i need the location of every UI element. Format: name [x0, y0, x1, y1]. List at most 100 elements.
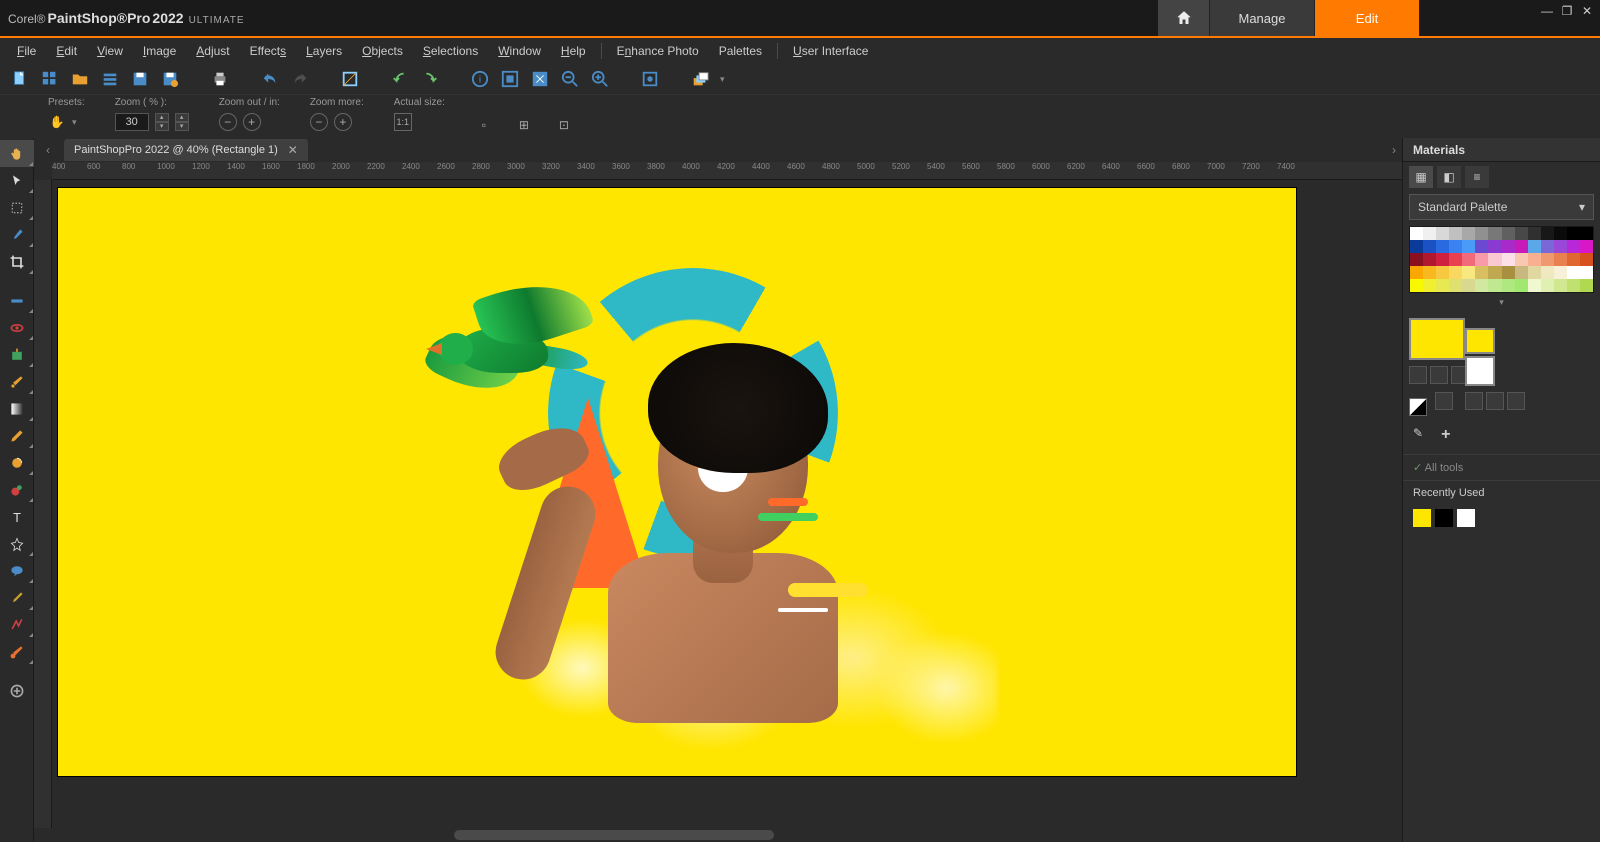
bg2-style-pattern[interactable]	[1507, 392, 1525, 410]
menu-objects[interactable]: Objects	[353, 41, 412, 61]
menu-help[interactable]: Help	[552, 41, 595, 61]
eyedropper-icon[interactable]: ✎	[1413, 426, 1423, 444]
menu-view[interactable]: View	[88, 41, 132, 61]
swatch[interactable]	[1410, 240, 1423, 253]
swatch[interactable]	[1436, 227, 1449, 240]
swatch[interactable]	[1567, 227, 1580, 240]
swatch[interactable]	[1567, 266, 1580, 279]
swatch[interactable]	[1488, 240, 1501, 253]
swatch[interactable]	[1449, 279, 1462, 292]
swatch[interactable]	[1515, 240, 1528, 253]
materials-tab-swatches[interactable]: ▦	[1409, 166, 1433, 188]
swatch[interactable]	[1528, 279, 1541, 292]
bg-swatch[interactable]	[1465, 328, 1495, 354]
swatch[interactable]	[1423, 253, 1436, 266]
swatch[interactable]	[1410, 279, 1423, 292]
extra-icon-2[interactable]: ⊞	[515, 116, 533, 134]
speech-tool[interactable]	[0, 557, 34, 584]
swatch[interactable]	[1541, 227, 1554, 240]
document-tab[interactable]: PaintShopPro 2022 @ 40% (Rectangle 1) ✕	[64, 139, 308, 161]
fit-screen-icon[interactable]	[530, 69, 550, 89]
close-icon[interactable]: ✕	[1580, 4, 1594, 18]
swatch[interactable]	[1410, 227, 1423, 240]
swatch[interactable]	[1567, 279, 1580, 292]
swatch[interactable]	[1436, 279, 1449, 292]
menu-image[interactable]: Image	[134, 41, 185, 61]
swatch[interactable]	[1488, 279, 1501, 292]
zoom-out-icon[interactable]	[560, 69, 580, 89]
swatch[interactable]	[1528, 266, 1541, 279]
zoom-in-icon[interactable]	[590, 69, 610, 89]
swatch[interactable]	[1554, 266, 1567, 279]
swatch[interactable]	[1528, 240, 1541, 253]
recent-swatch[interactable]	[1457, 509, 1475, 527]
extra-icon-3[interactable]: ⊡	[555, 116, 573, 134]
canvas-viewport[interactable]	[52, 180, 1402, 828]
gradient-tool[interactable]	[0, 395, 34, 422]
swatch[interactable]	[1475, 266, 1488, 279]
swatch[interactable]	[1541, 240, 1554, 253]
menu-selections[interactable]: Selections	[414, 41, 487, 61]
warp-tool[interactable]	[0, 611, 34, 638]
curve-left-icon[interactable]	[390, 69, 410, 89]
zoom-out-small-icon[interactable]: −	[219, 113, 237, 131]
open-icon[interactable]	[70, 69, 90, 89]
swatch[interactable]	[1580, 227, 1593, 240]
actual-size-icon[interactable]: 1:1	[394, 113, 412, 131]
swatch[interactable]	[1449, 227, 1462, 240]
swatch[interactable]	[1554, 227, 1567, 240]
swatch[interactable]	[1502, 227, 1515, 240]
swap-colors-icon[interactable]	[1409, 398, 1427, 416]
tab-next-icon[interactable]: ›	[1386, 142, 1402, 158]
swatch[interactable]	[1554, 279, 1567, 292]
recent-swatch[interactable]	[1435, 509, 1453, 527]
preset-hand-icon[interactable]: ✋	[48, 113, 66, 131]
swatch[interactable]	[1449, 253, 1462, 266]
print-icon[interactable]	[210, 69, 230, 89]
swatch[interactable]	[1528, 227, 1541, 240]
materials-tab-rainbow[interactable]: ◧	[1437, 166, 1461, 188]
minimize-icon[interactable]: —	[1540, 4, 1554, 18]
swatch[interactable]	[1449, 266, 1462, 279]
zoom-spinner-2[interactable]: ▴▾	[175, 113, 189, 131]
save-as-icon[interactable]	[160, 69, 180, 89]
swatch[interactable]	[1554, 240, 1567, 253]
swatch[interactable]	[1436, 240, 1449, 253]
swatch[interactable]	[1462, 240, 1475, 253]
layers-stack-icon[interactable]	[690, 69, 710, 89]
swatch[interactable]	[1423, 279, 1436, 292]
swatch[interactable]	[1449, 240, 1462, 253]
swatch[interactable]	[1541, 266, 1554, 279]
swatch[interactable]	[1580, 253, 1593, 266]
selection-tool[interactable]	[0, 194, 34, 221]
paint-brush-tool[interactable]	[0, 368, 34, 395]
text-tool[interactable]: T	[0, 503, 34, 530]
swatch[interactable]	[1423, 227, 1436, 240]
zoom-more-in-icon[interactable]: +	[334, 113, 352, 131]
tab-manage[interactable]: Manage	[1210, 0, 1315, 36]
swatch[interactable]	[1475, 227, 1488, 240]
zoom-more-out-icon[interactable]: −	[310, 113, 328, 131]
dropper-tool[interactable]	[0, 221, 34, 248]
swatch[interactable]	[1436, 253, 1449, 266]
red-eye-tool[interactable]	[0, 314, 34, 341]
bg2-style-solid[interactable]	[1465, 392, 1483, 410]
tab-close-icon[interactable]: ✕	[288, 143, 298, 157]
menu-file[interactable]: File	[8, 41, 45, 61]
swatch[interactable]	[1502, 253, 1515, 266]
stack-icon[interactable]	[100, 69, 120, 89]
swatch[interactable]	[1541, 253, 1554, 266]
zoom-input[interactable]	[115, 113, 149, 131]
info-icon[interactable]: i	[470, 69, 490, 89]
crop-tool[interactable]	[0, 248, 34, 275]
fg-style-solid[interactable]	[1409, 366, 1427, 384]
tab-edit[interactable]: Edit	[1315, 0, 1420, 36]
swatch[interactable]	[1554, 253, 1567, 266]
save-icon[interactable]	[130, 69, 150, 89]
swatch[interactable]	[1462, 227, 1475, 240]
canvas[interactable]	[58, 188, 1296, 776]
swatch[interactable]	[1488, 253, 1501, 266]
swatch[interactable]	[1462, 266, 1475, 279]
smudge-tool[interactable]	[0, 449, 34, 476]
menu-window[interactable]: Window	[489, 41, 550, 61]
